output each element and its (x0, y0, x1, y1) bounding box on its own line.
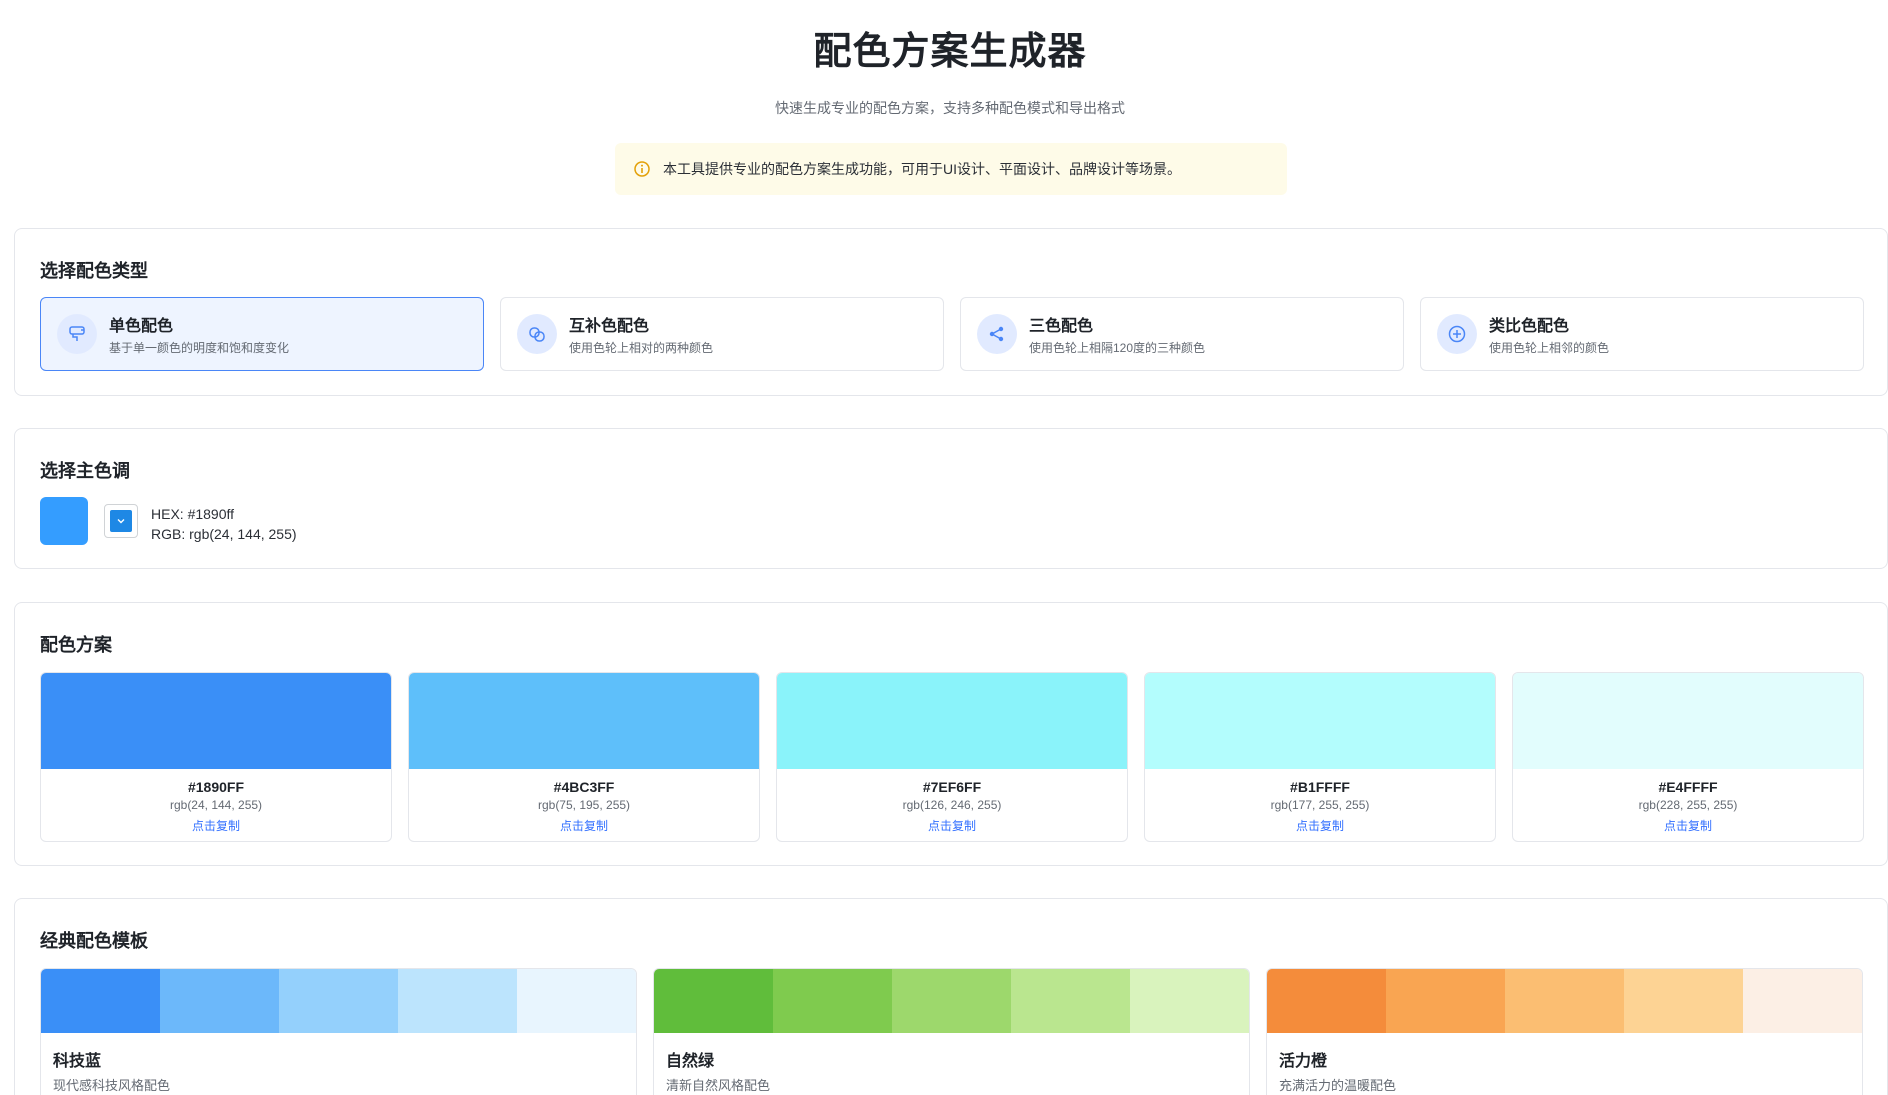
scheme-swatch[interactable]: #1890FF rgb(24, 144, 255) 点击复制 (40, 672, 392, 842)
template-name: 科技蓝 (53, 1053, 102, 1070)
swatch-color (41, 673, 391, 769)
swatch-hex: #B1FFFF (1290, 779, 1350, 795)
template-color-strip (654, 969, 1249, 1033)
type-option-desc: 基于单一颜色的明度和饱和度变化 (109, 341, 290, 355)
type-option-analogous[interactable]: 类比色配色 使用色轮上相邻的颜色 (1420, 297, 1864, 371)
type-option-desc: 使用色轮上相邻的颜色 (1489, 341, 1610, 355)
copy-link[interactable]: 点击复制 (1513, 817, 1863, 834)
type-option-desc: 使用色轮上相对的两种颜色 (569, 341, 714, 355)
notice-text: 本工具提供专业的配色方案生成功能，可用于UI设计、平面设计、品牌设计等场景。 (663, 161, 1181, 177)
info-icon (633, 160, 651, 178)
template-name: 自然绿 (666, 1053, 715, 1070)
scheme-title: 配色方案 (40, 635, 112, 655)
type-option-label: 三色配色 (1029, 318, 1094, 335)
scheme-swatch[interactable]: #E4FFFF rgb(228, 255, 255) 点击复制 (1512, 672, 1864, 842)
copy-link[interactable]: 点击复制 (1145, 817, 1495, 834)
swatch-color (1145, 673, 1495, 769)
templates-card: 经典配色模板 科技蓝 现代感科技风格配色 自然绿 清新自然风格配色 活力橙 充满… (14, 898, 1888, 1095)
type-option-label: 类比色配色 (1489, 318, 1570, 335)
scheme-swatch[interactable]: #B1FFFF rgb(177, 255, 255) 点击复制 (1144, 672, 1496, 842)
color-info: HEX: #1890ff RGB: rgb(24, 144, 255) (151, 504, 297, 544)
swatch-color (777, 673, 1127, 769)
copy-link[interactable]: 点击复制 (41, 817, 391, 834)
template-color-strip (1267, 969, 1862, 1033)
type-option-complementary[interactable]: 互补色配色 使用色轮上相对的两种颜色 (500, 297, 944, 371)
page-title: 配色方案生成器 (813, 31, 1087, 73)
info-notice: 本工具提供专业的配色方案生成功能，可用于UI设计、平面设计、品牌设计等场景。 (615, 143, 1287, 195)
color-picker-input[interactable] (104, 504, 138, 538)
swatch-color (1513, 673, 1863, 769)
swatch-hex: #4BC3FF (553, 779, 615, 795)
hex-value: HEX: #1890ff (151, 506, 235, 522)
templates-title: 经典配色模板 (40, 931, 148, 951)
swatch-hex: #7EF6FF (922, 779, 982, 795)
swatch-color (409, 673, 759, 769)
chevron-down-icon (110, 510, 132, 532)
rgb-value: RGB: rgb(24, 144, 255) (151, 526, 297, 542)
type-option-label: 单色配色 (109, 318, 174, 335)
type-option-label: 互补色配色 (569, 318, 650, 335)
share-icon (977, 314, 1017, 354)
template-vital-orange[interactable]: 活力橙 充满活力的温暖配色 (1266, 968, 1863, 1095)
copy-link[interactable]: 点击复制 (409, 817, 759, 834)
copy-link[interactable]: 点击复制 (777, 817, 1127, 834)
swatch-rgb: rgb(177, 255, 255) (1270, 798, 1370, 812)
template-desc: 现代感科技风格配色 (53, 1078, 171, 1093)
type-option-monochrome[interactable]: 单色配色 基于单一颜色的明度和饱和度变化 (40, 297, 484, 371)
template-color-strip (41, 969, 636, 1033)
type-option-triadic[interactable]: 三色配色 使用色轮上相隔120度的三种颜色 (960, 297, 1404, 371)
swatch-rgb: rgb(24, 144, 255) (169, 798, 263, 812)
scheme-swatch[interactable]: #7EF6FF rgb(126, 246, 255) 点击复制 (776, 672, 1128, 842)
swatch-rgb: rgb(228, 255, 255) (1638, 798, 1738, 812)
main-color-preview (40, 497, 88, 545)
palette-icon (57, 314, 97, 354)
scheme-swatch[interactable]: #4BC3FF rgb(75, 195, 255) 点击复制 (408, 672, 760, 842)
template-desc: 充满活力的温暖配色 (1279, 1078, 1397, 1093)
plus-circle-icon (1437, 314, 1477, 354)
overlap-circles-icon (517, 314, 557, 354)
main-color-card: 选择主色调 HEX: #1890ff RGB: rgb(24, 144, 255… (14, 428, 1888, 569)
template-nature-green[interactable]: 自然绿 清新自然风格配色 (653, 968, 1250, 1095)
color-type-card: 选择配色类型 单色配色 基于单一颜色的明度和饱和度变化 互补色配色 使用色轮上相… (14, 228, 1888, 396)
swatch-hex: #1890FF (187, 779, 245, 795)
template-tech-blue[interactable]: 科技蓝 现代感科技风格配色 (40, 968, 637, 1095)
swatch-hex: #E4FFFF (1658, 779, 1718, 795)
scheme-card: 配色方案 #1890FF rgb(24, 144, 255) 点击复制 #4BC… (14, 602, 1888, 866)
page: 配色方案生成器 快速生成专业的配色方案，支持多种配色模式和导出格式 本工具提供专… (0, 0, 1888, 1095)
main-color-title: 选择主色调 (40, 461, 130, 481)
color-type-title: 选择配色类型 (40, 261, 148, 281)
template-name: 活力橙 (1279, 1053, 1328, 1070)
type-option-desc: 使用色轮上相隔120度的三种颜色 (1029, 341, 1206, 355)
page-subtitle: 快速生成专业的配色方案，支持多种配色模式和导出格式 (775, 100, 1125, 116)
swatch-rgb: rgb(75, 195, 255) (537, 798, 631, 812)
template-desc: 清新自然风格配色 (666, 1078, 771, 1093)
swatch-rgb: rgb(126, 246, 255) (902, 798, 1002, 812)
